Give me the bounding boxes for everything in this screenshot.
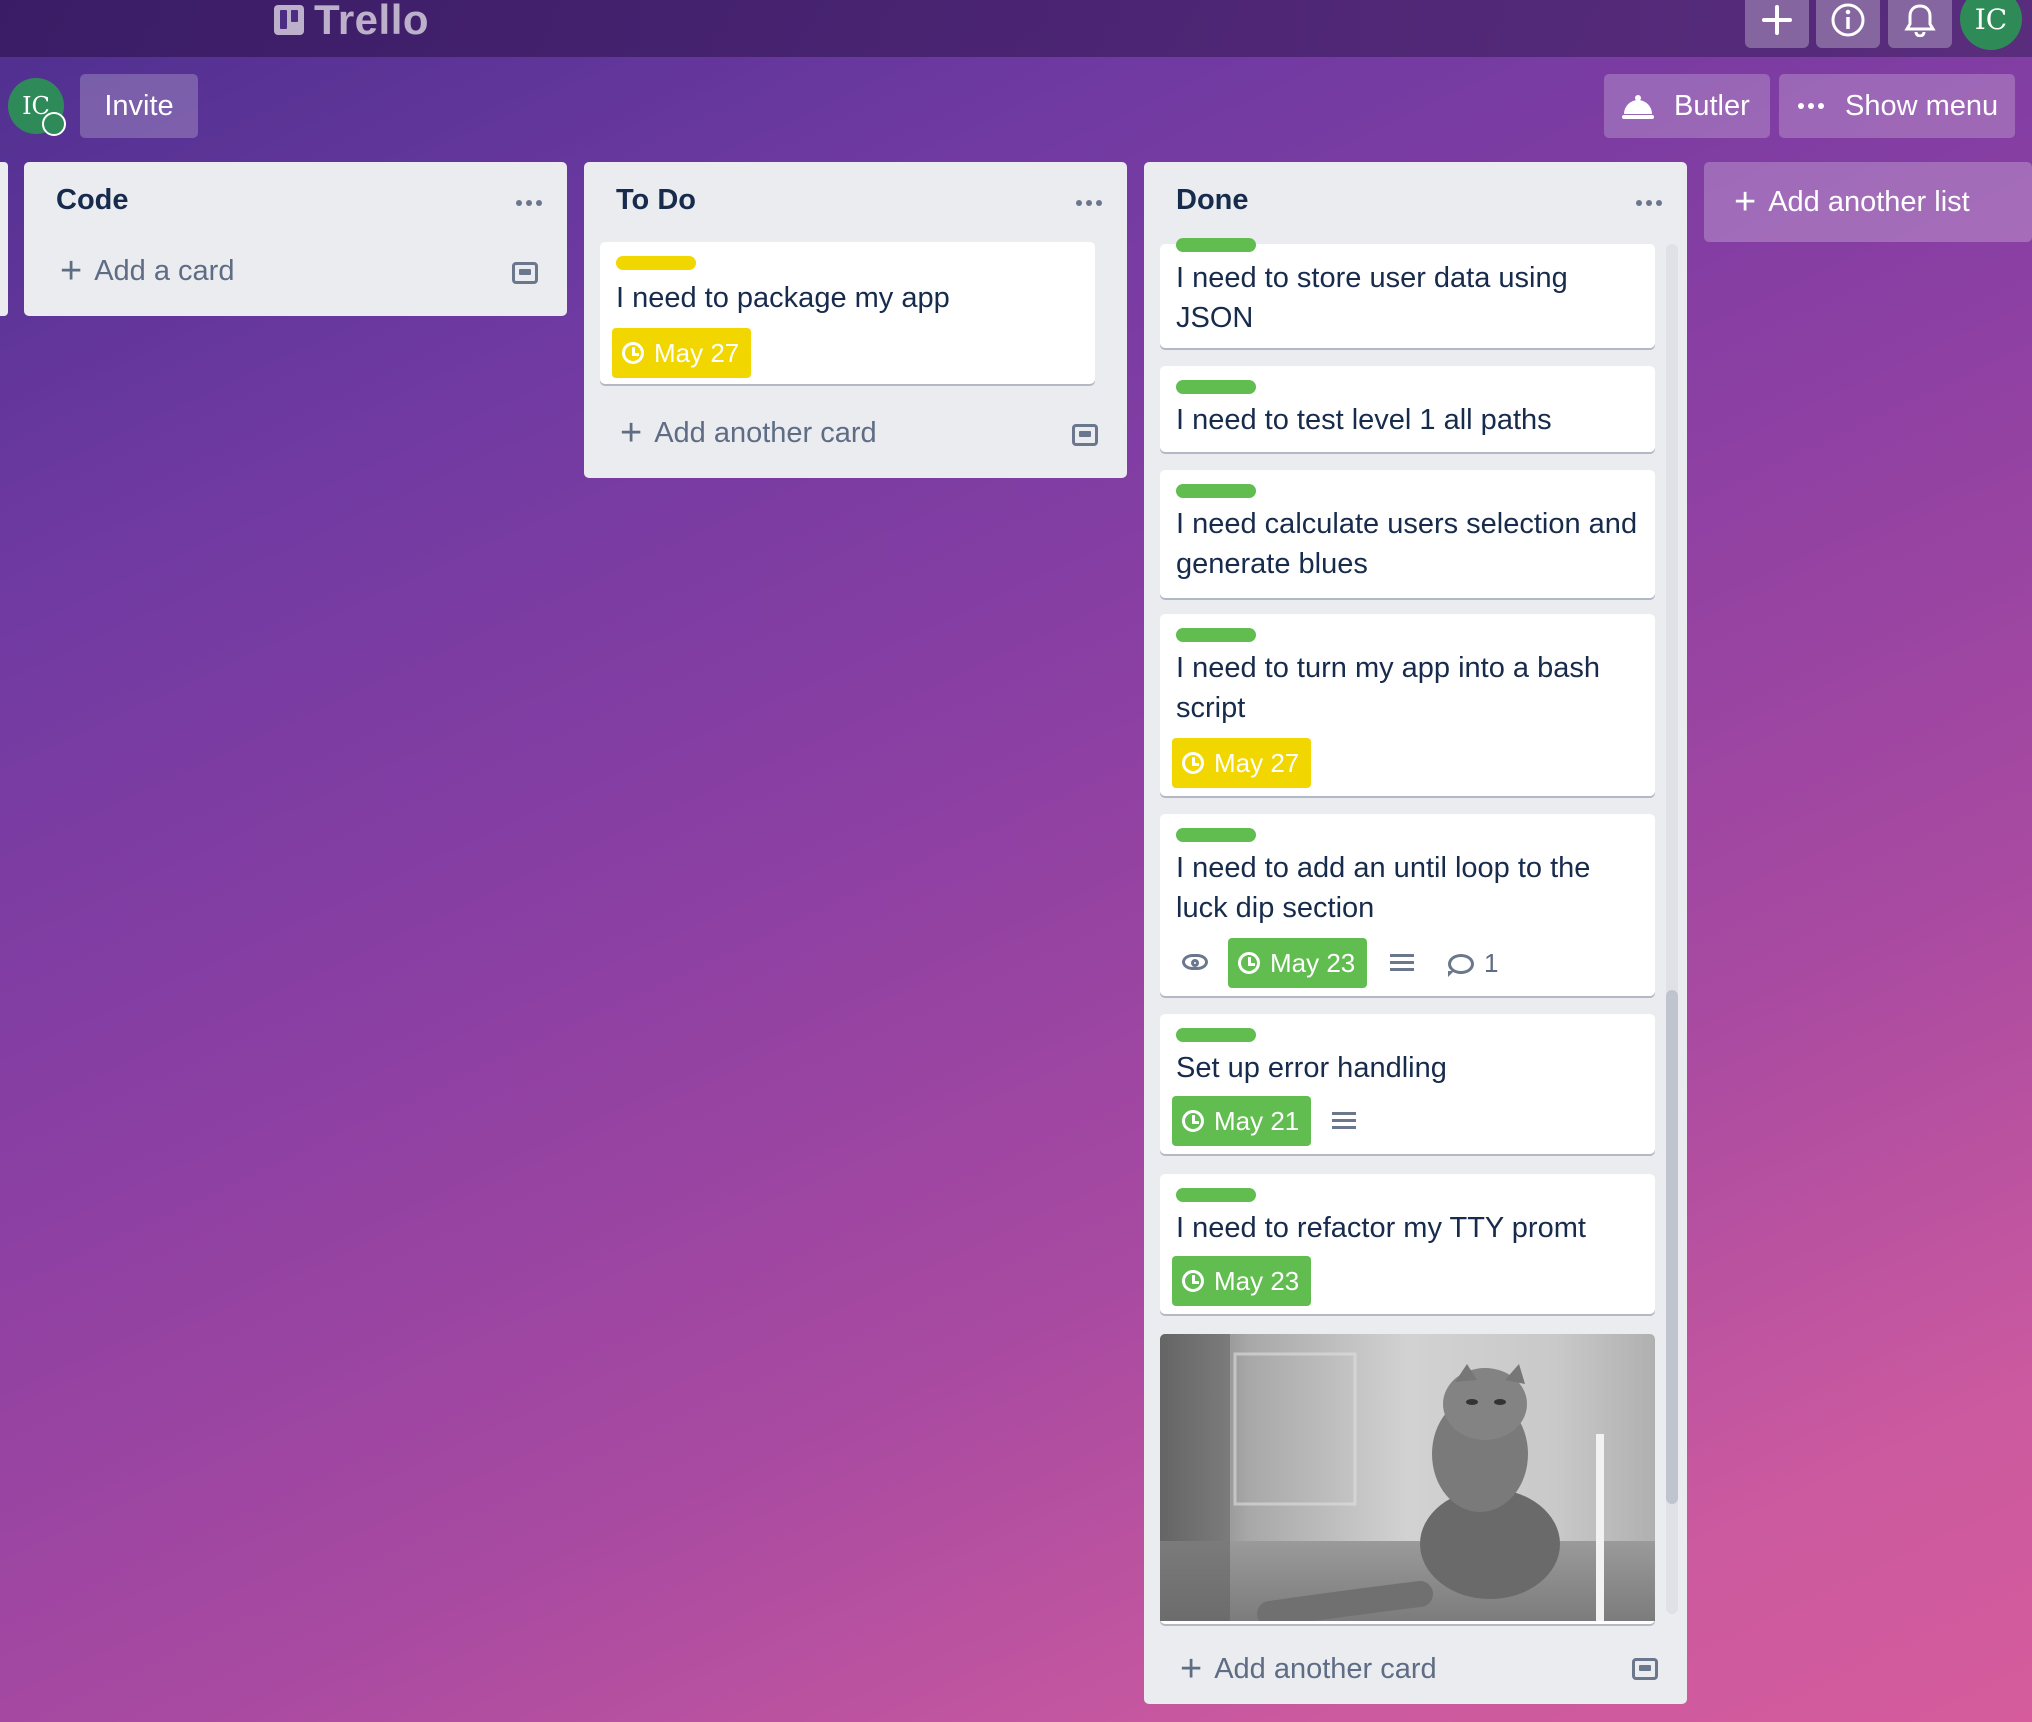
- card-label[interactable]: [1176, 1188, 1256, 1202]
- ellipsis-icon: [516, 200, 542, 206]
- card-title: I need to add an until loop to the luck …: [1176, 852, 1591, 924]
- card-title: I need to test level 1 all paths: [1176, 404, 1552, 436]
- card-label[interactable]: [1176, 828, 1256, 842]
- card[interactable]: I need calculate users selection and gen…: [1160, 470, 1655, 598]
- add-list-label: Add another list: [1768, 185, 1970, 218]
- show-menu-label: Show menu: [1845, 89, 1999, 122]
- member-avatar[interactable]: IC: [1960, 0, 2022, 50]
- card-template-icon[interactable]: [512, 262, 538, 284]
- card-label[interactable]: [1176, 380, 1256, 394]
- card-label[interactable]: [1176, 1028, 1256, 1042]
- ellipsis-icon: [1798, 103, 1824, 109]
- due-date-badge[interactable]: May 27: [612, 328, 752, 378]
- create-button[interactable]: [1745, 0, 1809, 48]
- board-member-avatar[interactable]: IC: [8, 78, 66, 136]
- partial-list-edge: [0, 162, 8, 316]
- card[interactable]: I need to store user data using JSON: [1160, 238, 1655, 348]
- show-menu-button[interactable]: Show menu: [1779, 74, 2015, 138]
- card-label[interactable]: [1176, 628, 1256, 642]
- due-date: May 27: [654, 337, 740, 368]
- card-with-cover-image[interactable]: [1160, 1334, 1655, 1624]
- add-list-button[interactable]: + Add another list: [1704, 162, 2032, 242]
- card[interactable]: I need to package my app May 27: [600, 242, 1095, 384]
- trello-logo[interactable]: Trello: [274, 0, 429, 44]
- list-title[interactable]: Code: [56, 184, 129, 217]
- butler-bell-icon: [1622, 95, 1654, 119]
- due-date: May 21: [1214, 1105, 1300, 1136]
- cover-image: [1160, 1334, 1655, 1621]
- card[interactable]: I need to test level 1 all paths: [1160, 366, 1655, 452]
- list-scrollbar[interactable]: [1666, 244, 1678, 1614]
- trello-logo-icon: [274, 5, 304, 35]
- scrollbar-thumb[interactable]: [1666, 990, 1678, 1504]
- plus-icon: [1762, 5, 1792, 35]
- card-title: I need calculate users selection and gen…: [1176, 508, 1638, 580]
- description-icon: [1332, 1112, 1356, 1132]
- plus-icon: +: [620, 412, 643, 454]
- card-title: I need to package my app: [616, 282, 950, 314]
- butler-label: Butler: [1674, 89, 1750, 122]
- add-card-label: Add a card: [94, 254, 235, 287]
- card[interactable]: I need to turn my app into a bash script…: [1160, 614, 1655, 796]
- cat-photo: [1160, 1334, 1604, 1621]
- invite-label: Invite: [104, 89, 174, 122]
- description-icon: [1390, 954, 1414, 974]
- add-card-label: Add another card: [654, 416, 877, 449]
- list-code: Code + Add a card: [24, 162, 567, 316]
- card-label[interactable]: [616, 256, 696, 270]
- card-template-icon[interactable]: [1072, 424, 1098, 446]
- plus-icon: +: [1734, 180, 1757, 223]
- ellipsis-icon: [1076, 200, 1102, 206]
- clock-icon: [1238, 952, 1260, 974]
- due-date-badge[interactable]: May 21: [1172, 1096, 1312, 1146]
- notifications-button[interactable]: [1888, 0, 1952, 48]
- list-to-do: To Do I need to package my app May 27 + …: [584, 162, 1127, 478]
- list-done: Done I need to store user data using JSO…: [1144, 162, 1687, 1704]
- bell-icon: [1904, 4, 1936, 37]
- list-menu-button[interactable]: [1075, 188, 1103, 208]
- due-date: May 23: [1270, 947, 1356, 978]
- list-title[interactable]: Done: [1176, 184, 1249, 217]
- top-bar: Trello IC: [0, 0, 2032, 57]
- clock-icon: [622, 342, 644, 364]
- card-title: Set up error handling: [1176, 1052, 1447, 1084]
- comment-badge: 1: [1448, 948, 1498, 979]
- list-title[interactable]: To Do: [616, 184, 696, 217]
- card[interactable]: I need to refactor my TTY promt May 23: [1160, 1174, 1655, 1314]
- card-label[interactable]: [1176, 238, 1256, 252]
- add-card-button[interactable]: + Add a card: [60, 252, 234, 290]
- app-name: Trello: [314, 0, 430, 43]
- card-title: I need to turn my app into a bash script: [1176, 652, 1600, 724]
- plus-icon: +: [60, 250, 83, 292]
- card[interactable]: I need to add an until loop to the luck …: [1160, 814, 1655, 996]
- info-icon: [1831, 3, 1865, 37]
- plus-icon: +: [1180, 1648, 1203, 1690]
- card-title: I need to store user data using JSON: [1176, 262, 1568, 334]
- list-menu-button[interactable]: [1635, 188, 1663, 208]
- due-date-badge[interactable]: May 27: [1172, 738, 1312, 788]
- ellipsis-icon: [1636, 200, 1662, 206]
- add-card-button[interactable]: + Add another card: [1180, 1650, 1437, 1688]
- clock-icon: [1182, 1110, 1204, 1132]
- add-card-label: Add another card: [1214, 1652, 1437, 1685]
- due-date: May 23: [1214, 1265, 1300, 1296]
- due-date: May 27: [1214, 747, 1300, 778]
- list-menu-button[interactable]: [515, 188, 543, 208]
- butler-button[interactable]: Butler: [1604, 74, 1770, 138]
- card[interactable]: Set up error handling May 21: [1160, 1014, 1655, 1154]
- card-template-icon[interactable]: [1632, 1658, 1658, 1680]
- clock-icon: [1182, 1270, 1204, 1292]
- comment-icon: [1448, 953, 1474, 977]
- admin-badge-icon: [42, 112, 66, 136]
- card-label[interactable]: [1176, 484, 1256, 498]
- info-button[interactable]: [1816, 0, 1880, 48]
- clock-icon: [1182, 752, 1204, 774]
- due-date-badge[interactable]: May 23: [1228, 938, 1368, 988]
- comment-count: 1: [1484, 948, 1499, 978]
- invite-button[interactable]: Invite: [80, 74, 198, 138]
- eye-icon: [1182, 954, 1208, 970]
- add-card-button[interactable]: + Add another card: [620, 414, 877, 452]
- due-date-badge[interactable]: May 23: [1172, 1256, 1312, 1306]
- card-title: I need to refactor my TTY promt: [1176, 1212, 1586, 1244]
